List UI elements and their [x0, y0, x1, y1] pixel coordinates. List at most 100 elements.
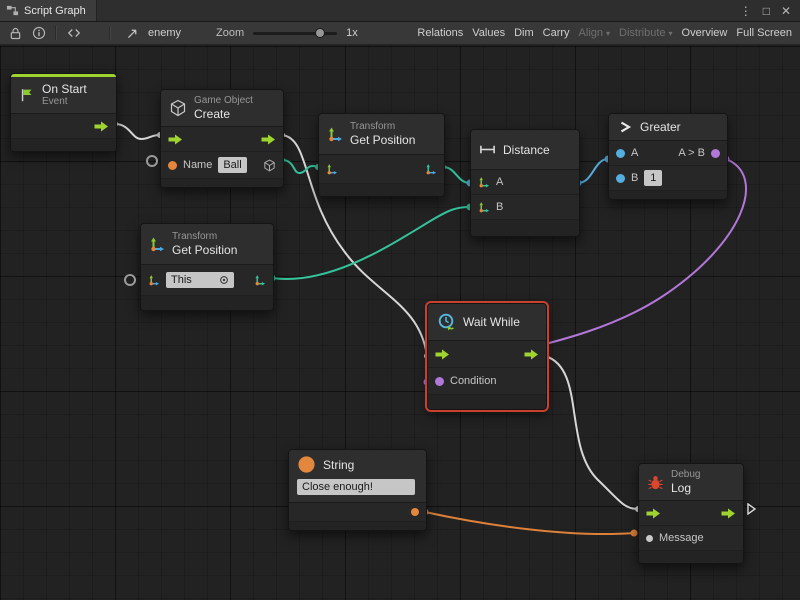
tab-title: Script Graph [24, 5, 86, 17]
control-output-port[interactable] [721, 508, 736, 519]
wire-getposition1-to-distance-a[interactable] [443, 167, 470, 183]
zoom-value: 1x [346, 27, 358, 39]
transform-icon [149, 236, 165, 252]
wire-distance-to-greater-a[interactable] [578, 159, 608, 183]
overview-button[interactable]: Overview [682, 27, 728, 39]
control-input-port[interactable] [646, 508, 661, 519]
relations-button[interactable]: Relations [417, 27, 463, 39]
node-wait-while[interactable]: Wait While Condition [427, 303, 547, 410]
node-distance[interactable]: Distance A B [470, 129, 580, 237]
node-footer [141, 296, 273, 310]
vector3-output-port-icon[interactable] [425, 163, 437, 175]
control-input-port[interactable] [168, 134, 183, 145]
control-output-port[interactable] [524, 349, 539, 360]
condition-port-label: Condition [450, 375, 496, 387]
wire-getposition2-to-distance-b[interactable] [272, 207, 470, 279]
message-input-port[interactable] [646, 535, 653, 542]
node-footer [639, 551, 743, 563]
value-input-port-a[interactable] [616, 149, 625, 158]
graph-breadcrumb[interactable]: enemy [148, 27, 181, 39]
string-literal-icon [297, 455, 316, 474]
distribute-dropdown[interactable]: Distribute [619, 27, 672, 39]
condition-input-port[interactable] [435, 377, 444, 386]
tab-script-graph[interactable]: Script Graph [0, 0, 97, 21]
string-output-port[interactable] [411, 508, 419, 516]
node-footer [609, 191, 727, 199]
a-port-label: A [496, 176, 503, 188]
node-title: String [323, 458, 354, 472]
zoom-slider-handle[interactable] [315, 28, 325, 38]
b-port-label: B [631, 172, 638, 184]
value-input-port-name[interactable] [168, 161, 177, 170]
object-picker-icon[interactable] [219, 275, 229, 285]
full-screen-button[interactable]: Full Screen [736, 27, 792, 39]
script-graph-window: Script Graph ⋮ □ ✕ enemy Zoom 1x Relatio… [0, 0, 800, 600]
code-icon[interactable] [66, 26, 82, 40]
unconnected-port-ring[interactable] [124, 274, 136, 286]
b-port-label: B [496, 201, 503, 213]
wire-onstart-to-create[interactable] [115, 124, 160, 139]
message-port-label: Message [659, 532, 704, 544]
maximize-icon[interactable]: □ [763, 4, 770, 18]
dim-button[interactable]: Dim [514, 27, 534, 39]
value-output-port[interactable] [711, 149, 720, 158]
node-footer [471, 220, 579, 236]
align-dropdown[interactable]: Align [579, 27, 610, 39]
node-create-game-object[interactable]: Game Object Create Name Ball [160, 89, 284, 188]
lock-icon[interactable] [8, 26, 23, 41]
node-footer [319, 184, 444, 196]
gameobject-output-port-icon[interactable] [263, 159, 276, 172]
name-input-field[interactable]: Ball [218, 157, 246, 173]
node-title: Greater [640, 120, 681, 134]
node-footer [11, 139, 116, 151]
b-input-field[interactable]: 1 [644, 170, 662, 186]
zoom-label: Zoom [216, 27, 244, 39]
zoom-slider[interactable] [253, 32, 337, 35]
close-icon[interactable]: ✕ [781, 4, 791, 18]
node-subtitle: Debug [671, 469, 700, 481]
toolbar-separator [55, 26, 57, 40]
this-object-field[interactable]: This [166, 272, 234, 288]
values-button[interactable]: Values [472, 27, 505, 39]
unconnected-port-ring[interactable] [146, 155, 158, 167]
greater-icon [617, 119, 633, 135]
control-input-port[interactable] [435, 349, 450, 360]
control-output-port[interactable] [94, 121, 109, 132]
wait-while-clock-icon [436, 312, 456, 332]
wire-waitwhile-to-log[interactable] [545, 356, 638, 509]
a-port-label: A [631, 147, 638, 159]
node-string-literal[interactable]: String Close enough! [288, 449, 427, 531]
node-title: Log [671, 481, 700, 495]
unconnected-control-arrow[interactable] [747, 503, 756, 515]
vector3-input-port-a-icon[interactable] [478, 176, 490, 188]
control-output-port[interactable] [261, 134, 276, 145]
transform-input-port-icon[interactable] [148, 274, 160, 286]
node-title: Wait While [463, 315, 520, 329]
node-subtitle: Event [42, 96, 87, 108]
string-value-field[interactable]: Close enough! [297, 479, 415, 495]
comparison-output-label: A > B [678, 147, 705, 159]
node-on-start-event[interactable]: On Start Event [10, 73, 117, 152]
node-subtitle: Transform [172, 231, 237, 243]
carry-button[interactable]: Carry [543, 27, 570, 39]
vector3-input-port-b-icon[interactable] [478, 201, 490, 213]
panel-menu-icon[interactable]: ⋮ [740, 4, 752, 18]
vector3-output-port-icon[interactable] [254, 274, 266, 286]
value-input-port-b[interactable] [616, 174, 625, 183]
node-footer [289, 522, 426, 530]
node-greater[interactable]: Greater A A > B B 1 [608, 113, 728, 200]
window-titlebar: Script Graph ⋮ □ ✕ [0, 0, 800, 22]
info-icon[interactable] [32, 26, 46, 40]
graph-canvas[interactable]: On Start Event Game Object Create [0, 46, 800, 600]
node-title: Distance [503, 143, 550, 157]
graph-pointer-icon [126, 27, 139, 40]
node-subtitle: Game Object [194, 95, 253, 107]
graph-toolbar: enemy Zoom 1x Relations Values Dim Carry… [0, 22, 800, 45]
node-get-position-2[interactable]: Transform Get Position This [140, 223, 274, 311]
transform-input-port-icon[interactable] [326, 163, 338, 175]
ruler-icon [479, 141, 496, 158]
node-debug-log[interactable]: Debug Log Message [638, 463, 744, 564]
node-get-position-1[interactable]: Transform Get Position [318, 113, 445, 197]
wire-string-to-message[interactable] [425, 512, 634, 534]
wire-create-to-getposition1[interactable] [282, 160, 318, 173]
